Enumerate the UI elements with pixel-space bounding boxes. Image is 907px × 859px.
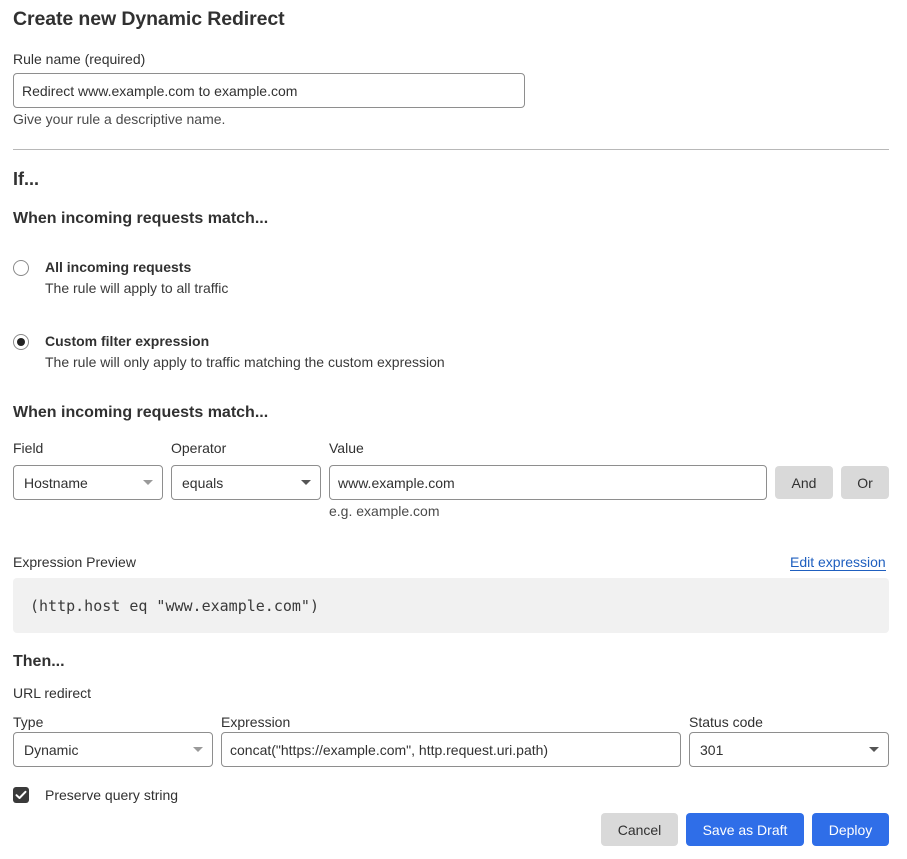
status-code-value: 301: [700, 741, 724, 758]
option-description: The rule will apply to all traffic: [45, 280, 229, 296]
field-select-value: Hostname: [24, 474, 88, 491]
rule-name-input[interactable]: Redirect www.example.com to example.com: [13, 73, 525, 108]
field-select[interactable]: Hostname: [13, 465, 163, 500]
chevron-down-icon: [143, 480, 153, 485]
preserve-query-checkbox[interactable]: [13, 787, 29, 803]
value-input-text: www.example.com: [338, 474, 455, 491]
page-title: Create new Dynamic Redirect: [13, 8, 285, 30]
section-divider: [13, 149, 889, 150]
filter-heading: When incoming requests match...: [13, 404, 269, 421]
checkmark-icon: [15, 790, 27, 799]
type-select-value: Dynamic: [24, 741, 79, 758]
rule-name-label: Rule name (required): [13, 51, 146, 67]
edit-expression-link[interactable]: Edit expression: [790, 554, 886, 571]
redirect-expression-value: concat("https://example.com", http.reque…: [230, 741, 549, 758]
status-code-select[interactable]: 301: [689, 732, 889, 767]
or-button[interactable]: Or: [841, 466, 889, 499]
operator-select[interactable]: equals: [171, 465, 321, 500]
chevron-down-icon: [193, 747, 203, 752]
value-input[interactable]: www.example.com: [329, 465, 767, 500]
radio-selected-dot: [17, 338, 25, 346]
expression-label: Expression: [221, 714, 291, 730]
rule-name-hint: Give your rule a descriptive name.: [13, 111, 226, 127]
chevron-down-icon: [869, 747, 879, 752]
radio-button-unselected[interactable]: [13, 260, 29, 276]
operator-label: Operator: [171, 440, 227, 456]
cancel-button[interactable]: Cancel: [601, 813, 678, 846]
preserve-query-label: Preserve query string: [45, 787, 179, 803]
url-redirect-label: URL redirect: [13, 685, 92, 701]
option-title: Custom filter expression: [45, 333, 210, 349]
type-label: Type: [13, 714, 44, 730]
radio-button-selected[interactable]: [13, 334, 29, 350]
status-code-label: Status code: [689, 714, 763, 730]
rule-name-value: Redirect www.example.com to example.com: [22, 82, 298, 99]
preserve-query-string-option[interactable]: Preserve query string: [13, 787, 178, 803]
deploy-button[interactable]: Deploy: [812, 813, 889, 846]
radio-option-custom-filter[interactable]: Custom filter expression The rule will o…: [13, 333, 445, 370]
then-heading: Then...: [13, 653, 65, 670]
match-heading: When incoming requests match...: [13, 210, 269, 227]
value-label: Value: [329, 440, 364, 456]
if-heading: If...: [13, 169, 39, 189]
type-select[interactable]: Dynamic: [13, 732, 213, 767]
expression-preview-code: (http.host eq "www.example.com"): [30, 596, 319, 615]
option-title: All incoming requests: [45, 259, 192, 275]
field-label: Field: [13, 440, 44, 456]
expression-preview-label: Expression Preview: [13, 554, 136, 570]
save-as-draft-button[interactable]: Save as Draft: [686, 813, 804, 846]
and-button[interactable]: And: [775, 466, 833, 499]
operator-select-value: equals: [182, 474, 224, 491]
expression-preview-box: (http.host eq "www.example.com"): [13, 578, 889, 633]
redirect-expression-input[interactable]: concat("https://example.com", http.reque…: [221, 732, 681, 767]
value-hint: e.g. example.com: [329, 503, 440, 519]
chevron-down-icon: [301, 480, 311, 485]
option-description: The rule will only apply to traffic matc…: [45, 354, 445, 370]
radio-option-all-requests[interactable]: All incoming requests The rule will appl…: [13, 259, 228, 296]
